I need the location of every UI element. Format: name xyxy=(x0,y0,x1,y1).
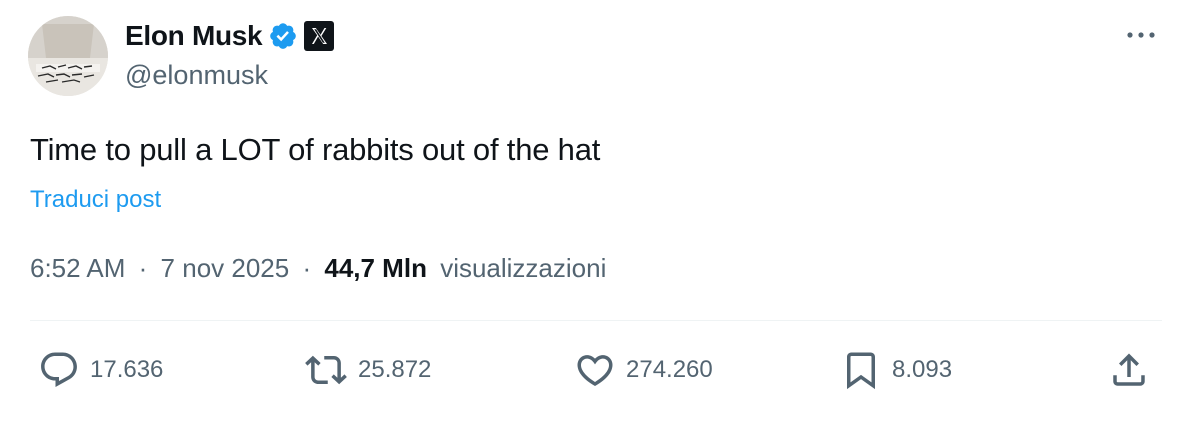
divider xyxy=(30,320,1162,321)
translate-post-link[interactable]: Traduci post xyxy=(30,186,161,214)
like-count: 274.260 xyxy=(626,356,713,383)
tweet-card: Elon Musk @elonmusk Time to pull a LOT o… xyxy=(0,0,1192,432)
verified-badge-icon[interactable] xyxy=(268,21,298,51)
tweet-meta: 6:52 AM · 7 nov 2025 · 44,7 Mln visualiz… xyxy=(30,253,606,284)
reply-icon xyxy=(41,352,77,387)
bookmark-icon xyxy=(847,352,875,390)
meta-separator: · xyxy=(138,253,148,283)
views-label[interactable]: visualizzazioni xyxy=(440,253,606,283)
more-dots-icon xyxy=(1127,32,1155,38)
reply-button[interactable]: 17.636 xyxy=(38,350,163,390)
author-handle[interactable]: @elonmusk xyxy=(125,60,268,91)
meta-separator: · xyxy=(302,253,312,283)
like-button[interactable]: 274.260 xyxy=(574,350,713,390)
x-logo-icon[interactable] xyxy=(304,21,335,51)
tweet-time[interactable]: 6:52 AM xyxy=(30,253,125,283)
share-icon xyxy=(1113,353,1145,386)
author-name-row: Elon Musk xyxy=(125,18,335,54)
bookmark-button[interactable]: 8.093 xyxy=(840,350,952,390)
avatar-image xyxy=(28,16,108,96)
repost-count: 25.872 xyxy=(358,356,432,383)
heart-icon xyxy=(577,355,613,387)
more-options-button[interactable] xyxy=(1124,22,1158,48)
tweet-date[interactable]: 7 nov 2025 xyxy=(161,253,290,283)
avatar[interactable] xyxy=(28,16,108,96)
repost-button[interactable]: 25.872 xyxy=(304,350,431,390)
author-display-name[interactable]: Elon Musk xyxy=(125,20,263,52)
repost-icon xyxy=(305,355,347,385)
bookmark-count: 8.093 xyxy=(892,356,953,383)
share-button[interactable] xyxy=(1108,350,1150,390)
tweet-text: Time to pull a LOT of rabbits out of the… xyxy=(30,132,601,167)
views-count[interactable]: 44,7 Mln xyxy=(324,253,427,283)
reply-count: 17.636 xyxy=(90,356,164,383)
